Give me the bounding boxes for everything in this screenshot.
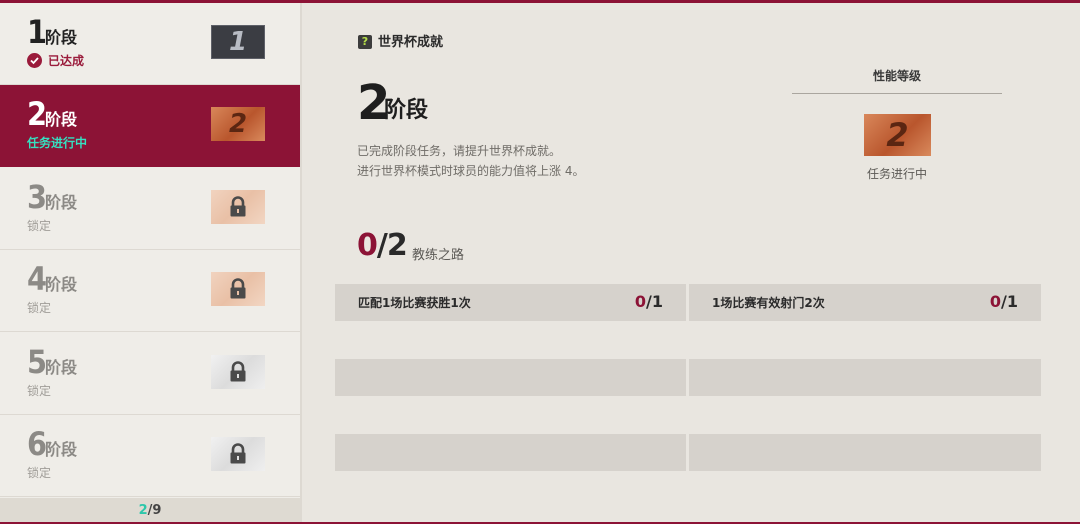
- lock-icon: [230, 361, 246, 382]
- stage-word-large: 阶段: [384, 98, 429, 123]
- progress-separator: /: [376, 228, 388, 263]
- lock-icon: [230, 443, 246, 464]
- stage-word: 阶段: [45, 110, 78, 129]
- stage-status: 锁定: [27, 301, 52, 315]
- stage-word: 阶段: [45, 358, 78, 377]
- task-count: 0/1: [635, 292, 663, 311]
- lock-icon: [230, 278, 246, 299]
- stage-pager: 2/9: [0, 498, 300, 524]
- description-line-1: 已完成阶段任务，请提升世界杯成就。: [357, 144, 562, 158]
- stage-item-3[interactable]: 3 阶段 锁定: [0, 168, 300, 250]
- task-count: 0/1: [990, 292, 1018, 311]
- stage-number: 5: [27, 343, 47, 381]
- stage-badge-locked: [211, 355, 265, 389]
- divider: [792, 93, 1002, 94]
- task-count-total: 1: [1006, 292, 1018, 311]
- category-title: 世界杯成就: [378, 35, 444, 50]
- stage-number: 1: [27, 13, 47, 51]
- stage-sidebar: 1 阶段 已达成 1 2 阶段 任务进行中 2 3 阶段 锁定 4 阶段 锁定 …: [0, 3, 302, 524]
- stage-item-4[interactable]: 4 阶段 锁定: [0, 250, 300, 332]
- check-icon: [27, 53, 42, 68]
- task-label: 匹配1场比赛获胜1次: [358, 296, 471, 310]
- stage-word: 阶段: [45, 440, 78, 459]
- progress-counter: 0/2: [357, 228, 408, 263]
- progress-current: 0: [357, 228, 378, 263]
- badge-digit: 2: [228, 109, 248, 139]
- path-title: 教练之路: [412, 248, 465, 263]
- progress-total: 2: [386, 228, 408, 263]
- badge-digit: 2: [886, 116, 909, 154]
- pager-total: 9: [152, 503, 162, 518]
- stage-badge-bronze: 2: [211, 107, 265, 141]
- stage-item-6[interactable]: 6 阶段 锁定: [0, 415, 300, 497]
- task-count-current: 0: [989, 292, 1002, 311]
- stage-status: 锁定: [27, 466, 52, 480]
- empty-task-slot: [689, 359, 1041, 396]
- stage-word: 阶段: [45, 28, 78, 47]
- stage-number: 3: [27, 178, 47, 216]
- empty-task-slot: [335, 434, 686, 471]
- task-label: 1场比赛有效射门2次: [712, 296, 825, 310]
- stage-item-1[interactable]: 1 阶段 已达成 1: [0, 3, 300, 85]
- stage-item-2[interactable]: 2 阶段 任务进行中 2: [0, 85, 300, 167]
- performance-badge: 2: [864, 114, 931, 156]
- pager-current: 2: [138, 503, 148, 518]
- empty-task-slot: [335, 359, 686, 396]
- lock-icon: [230, 196, 246, 217]
- badge-digit: 1: [228, 27, 248, 57]
- stage-badge-locked: [211, 190, 265, 224]
- stage-number: 4: [27, 260, 47, 298]
- stage-number: 6: [27, 425, 47, 463]
- stage-badge-locked: [211, 272, 265, 306]
- performance-label: 性能等级: [872, 69, 921, 83]
- stage-badge-locked: [211, 437, 265, 471]
- task-count-total: 1: [651, 292, 663, 311]
- stage-badge-silver: 1: [211, 25, 265, 59]
- task-row[interactable]: 匹配1场比赛获胜1次 0/1: [335, 284, 686, 321]
- empty-task-slot: [689, 434, 1041, 471]
- stage-number: 2: [27, 95, 47, 133]
- stage-item-5[interactable]: 5 阶段 锁定: [0, 333, 300, 415]
- stage-word: 阶段: [45, 193, 78, 212]
- stage-status: 任务进行中: [27, 136, 88, 150]
- task-count-current: 0: [634, 292, 647, 311]
- stage-status: 已达成: [48, 54, 85, 68]
- stage-detail-panel: ? 世界杯成就 2 阶段 已完成阶段任务，请提升世界杯成就。 进行世界杯模式时球…: [302, 3, 1080, 522]
- stage-description: 已完成阶段任务，请提升世界杯成就。 进行世界杯模式时球员的能力值将上涨 4。: [357, 141, 584, 181]
- task-row[interactable]: 1场比赛有效射门2次 0/1: [689, 284, 1041, 321]
- stage-status: 锁定: [27, 219, 52, 233]
- performance-status: 任务进行中: [866, 167, 927, 181]
- description-line-2: 进行世界杯模式时球员的能力值将上涨 4。: [357, 164, 585, 178]
- question-icon: ?: [358, 35, 372, 49]
- stage-status: 锁定: [27, 384, 52, 398]
- stage-word: 阶段: [45, 275, 78, 294]
